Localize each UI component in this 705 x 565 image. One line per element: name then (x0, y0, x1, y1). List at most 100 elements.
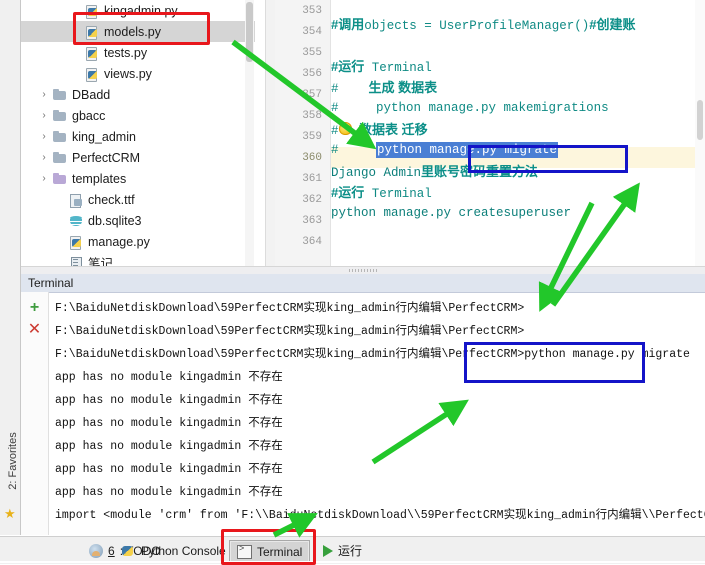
tree-item-label: 笔记 (88, 257, 114, 266)
chevron-right-icon[interactable]: › (37, 152, 51, 163)
chevron-right-icon[interactable]: › (37, 89, 51, 100)
terminal-line: app has no module kingadmin 不存在 (55, 486, 283, 499)
terminal-line: import <module 'crm' from 'F:\\BaiduNetd… (55, 509, 705, 522)
terminal-line: app has no module kingadmin 不存在 (55, 440, 283, 453)
python-file-icon (67, 235, 85, 250)
editor-code-area[interactable]: #调用objects = UserProfileManager()#创建账 #运… (331, 0, 705, 266)
favorites-label: 2: Favorites (7, 432, 19, 490)
editor-scrollbar[interactable] (695, 0, 705, 266)
line-number: 359 (302, 131, 322, 143)
tree-item-templates[interactable]: › templates (21, 168, 266, 189)
left-tool-strip: 2: Favorites ★ (0, 0, 21, 535)
code-line-357-hash: # (331, 82, 339, 96)
terminal-line: app has no module kingadmin 不存在 (55, 463, 283, 476)
todo-icon (89, 543, 103, 558)
favorites-tool-button[interactable]: 2: Favorites (7, 424, 19, 498)
code-line-356-code: Terminal (371, 61, 432, 75)
tree-item-label: king_admin (72, 129, 136, 144)
code-line-358-hash: # (331, 101, 339, 115)
database-icon (67, 214, 85, 228)
tree-item-check-ttf[interactable]: check.ttf (21, 189, 266, 210)
code-line-354-cn-prefix: #调用 (331, 17, 365, 32)
bottom-button-number: 6 (108, 543, 115, 558)
line-number: 358 (302, 110, 322, 122)
chevron-right-icon[interactable]: › (37, 131, 51, 142)
note-file-icon (67, 256, 85, 266)
terminal-output[interactable]: F:\BaiduNetdiskDownload\59PerfectCRM实现ki… (49, 292, 705, 535)
bottom-button-pythonconsole[interactable]: Python Console (115, 540, 233, 561)
tree-scrollbar[interactable] (245, 0, 254, 266)
folder-icon (51, 88, 69, 102)
tree-item-db-sqlite3[interactable]: db.sqlite3 (21, 210, 266, 231)
tree-item-label: db.sqlite3 (88, 213, 142, 228)
line-number: 357 (302, 89, 322, 101)
code-editor[interactable]: 353 354 355 356 357 358 359 360 361 362 363 364 #调用… (275, 0, 705, 266)
folder-icon (51, 151, 69, 165)
models-py-highlight-box (73, 12, 210, 45)
tree-item-label: templates (72, 171, 127, 186)
tree-item-views-py[interactable]: views.py (21, 63, 266, 84)
editor-scrollbar-thumb[interactable] (697, 100, 703, 140)
code-line-359-cn: 数据表 迁移 (359, 122, 428, 137)
ide-window: 2: Favorites ★ kingadmin.py models.py test… (0, 0, 705, 565)
folder-icon (51, 109, 69, 123)
tree-item-manage-py[interactable]: manage.py (21, 231, 266, 252)
tree-item-[interactable]: 笔记 (21, 252, 266, 266)
tree-scrollbar-thumb[interactable] (246, 2, 253, 62)
line-number: 356 (302, 68, 322, 80)
divider-grip (349, 269, 377, 272)
folder-icon (51, 130, 69, 144)
chevron-right-icon[interactable]: › (37, 110, 51, 121)
code-line-357-cn: 生成 数据表 (368, 80, 438, 95)
line-number: 360 (302, 152, 322, 164)
code-line-354-code: objects = UserProfileManager() (364, 19, 590, 33)
line-number: 355 (302, 47, 322, 59)
line-number: 354 (302, 26, 322, 38)
terminal-line: F:\BaiduNetdiskDownload\59PerfectCRM实现ki… (55, 325, 525, 338)
line-number: 361 (302, 173, 322, 185)
chevron-right-icon[interactable]: › (37, 173, 51, 184)
tree-item-label: gbacc (72, 108, 106, 123)
python-icon (122, 544, 136, 558)
tree-item-king-admin[interactable]: › king_admin (21, 126, 266, 147)
bottom-button-label: Python Console (141, 543, 226, 558)
code-line-360-hash: # (331, 143, 339, 157)
code-line-359-hash: # (331, 124, 339, 138)
run-icon (323, 544, 333, 557)
terminal-side-toolbar: + ✕ (21, 292, 49, 535)
python-file-icon (83, 67, 101, 82)
terminal-header: Terminal (21, 274, 705, 293)
code-line-358-code: python manage.py makemigrations (376, 101, 609, 115)
tree-item-perfectcrm[interactable]: › PerfectCRM (21, 147, 266, 168)
terminal-line: app has no module kingadmin 不存在 (55, 417, 283, 430)
font-file-icon (67, 193, 85, 208)
lightbulb-icon[interactable] (338, 122, 352, 135)
tree-item-label: DBadd (72, 87, 111, 102)
terminal-line: app has no module kingadmin 不存在 (55, 394, 283, 407)
tree-item-label: check.ttf (88, 192, 135, 207)
code-line-354-cn-suffix: #创建账 (589, 17, 636, 32)
line-number: 362 (302, 194, 322, 206)
editor-line-number-gutter: 353 354 355 356 357 358 359 360 361 362 363 364 (275, 0, 331, 266)
code-line-362-cn: #运行 (331, 185, 365, 200)
tree-item-gbacc[interactable]: › gbacc (21, 105, 266, 126)
star-icon: ★ (4, 506, 16, 521)
migrate-command-highlight-box (464, 342, 645, 383)
bottom-button-[interactable]: 运行 (316, 540, 369, 561)
close-x-icon[interactable]: ✕ (27, 322, 42, 338)
terminal-panel[interactable]: Terminal + ✕ F:\BaiduNetdiskDownload\59P… (21, 274, 705, 535)
code-line-356-cn: #运行 (331, 59, 365, 74)
terminal-line: F:\BaiduNetdiskDownload\59PerfectCRM实现ki… (55, 302, 525, 315)
tree-item-tests-py[interactable]: tests.py (21, 42, 266, 63)
code-line-363-code: python manage.py createsuperuser (331, 206, 572, 220)
terminal-tab-highlight-box (221, 529, 316, 565)
folder-purple-icon (51, 172, 69, 186)
tree-gutter (255, 0, 265, 266)
python-file-icon (83, 46, 101, 61)
tree-item-label: views.py (104, 66, 152, 81)
bottom-tool-bar: 6: TODOPython ConsoleTerminal运行 (0, 536, 705, 564)
plus-icon[interactable]: + (27, 300, 42, 316)
tree-item-dbadd[interactable]: › DBadd (21, 84, 266, 105)
tree-item-label: PerfectCRM (72, 150, 141, 165)
tree-item-label: tests.py (104, 45, 148, 60)
